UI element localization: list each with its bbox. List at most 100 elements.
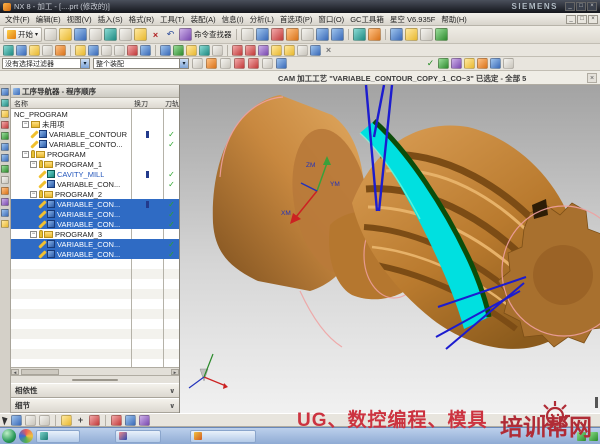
move-component-icon[interactable] (316, 28, 329, 41)
edit-toolpath-icon[interactable] (451, 58, 462, 69)
doc-restore-button[interactable]: □ (577, 15, 587, 24)
verify-toolpath-icon[interactable] (186, 45, 197, 56)
minimize-button[interactable]: _ (565, 2, 575, 11)
mirror-icon[interactable] (297, 45, 308, 56)
transform-icon[interactable] (310, 45, 321, 56)
expander-icon[interactable]: − (22, 151, 29, 158)
menu-view[interactable]: 视图(V) (64, 14, 95, 25)
snap-point-icon[interactable] (11, 415, 22, 426)
graphics-viewport[interactable]: ZM XM YM (180, 85, 600, 413)
tree-row-operation[interactable]: VARIABLE_CON... ✓ (11, 179, 179, 189)
cancel-icon[interactable]: × (323, 45, 334, 56)
create-operation-icon[interactable] (55, 45, 66, 56)
menu-insert[interactable]: 插入(S) (95, 14, 126, 25)
scope-filter-combo[interactable]: 整个装配 ▾ (93, 58, 189, 69)
view-orient-icon[interactable] (256, 28, 269, 41)
expander-icon[interactable]: − (22, 121, 29, 128)
tree-row-nc-program[interactable]: NC_PROGRAM (11, 109, 179, 119)
cut-object-icon[interactable] (88, 45, 99, 56)
screenshot-icon[interactable] (241, 28, 254, 41)
perspective-icon[interactable] (276, 58, 287, 69)
undo-icon[interactable]: ↶ (164, 28, 177, 41)
hd3d-tools-icon[interactable] (1, 154, 9, 162)
list-toolpath-icon[interactable] (212, 45, 223, 56)
menu-edit[interactable]: 编辑(E) (33, 14, 64, 25)
menu-window[interactable]: 窗口(O) (315, 14, 347, 25)
simulate-machine-icon[interactable] (199, 45, 210, 56)
tree-row-program-group[interactable]: − PROGRAM_2 (11, 189, 179, 199)
start-menu-button[interactable]: 开始 ▾ (3, 27, 42, 42)
refresh-icon[interactable] (192, 58, 203, 69)
polygon-select-icon[interactable] (39, 415, 50, 426)
column-toolpath[interactable]: 刀轨 (165, 99, 179, 109)
tree-row-operation-selected[interactable]: VARIABLE_CON... ✓ (11, 209, 179, 219)
tree-row-operation[interactable]: CAVITY_MILL ✓ (11, 169, 179, 179)
palette-icon[interactable] (139, 415, 150, 426)
open-file-icon[interactable] (59, 28, 72, 41)
menu-analysis[interactable]: 分析(L) (247, 14, 277, 25)
parallel-generate-icon[interactable] (438, 58, 449, 69)
shaded-display-icon[interactable] (271, 28, 284, 41)
generate-icon[interactable]: ✓ (425, 58, 436, 69)
tree-row-program-group[interactable]: − PROGRAM_1 (11, 159, 179, 169)
menu-preferences[interactable]: 首选项(P) (277, 14, 316, 25)
command-finder-icon[interactable] (179, 28, 192, 41)
horizontal-scrollbar[interactable]: ◄ ► (11, 367, 179, 376)
navigator-header[interactable]: 工序导航器 - 程序顺序 (11, 85, 179, 98)
copy-icon[interactable] (119, 28, 132, 41)
delete-icon[interactable]: × (149, 28, 162, 41)
window-border-icon[interactable] (301, 28, 314, 41)
system-scenes-icon[interactable] (1, 209, 9, 217)
paste-object-icon[interactable] (114, 45, 125, 56)
tree-row-operation[interactable]: VARIABLE_CONTOUR ✓ (11, 129, 179, 139)
cut-icon[interactable] (104, 28, 117, 41)
constraint-navigator-icon[interactable] (1, 99, 9, 107)
doc-minimize-button[interactable]: _ (566, 15, 576, 24)
display-object-icon[interactable] (140, 45, 151, 56)
analysis-icon[interactable] (368, 28, 381, 41)
replay-toolpath-icon[interactable] (173, 45, 184, 56)
tree-row-operation[interactable]: VARIABLE_CONTO... ✓ (11, 139, 179, 149)
create-method-icon[interactable] (42, 45, 53, 56)
feed-speed-icon[interactable] (271, 45, 282, 56)
menu-help[interactable]: 帮助(H) (438, 14, 469, 25)
desktop-icon-2[interactable] (19, 429, 33, 443)
tray-icon-2[interactable] (589, 432, 598, 441)
column-name[interactable]: 名称 (14, 99, 28, 109)
combo-dropdown-icon[interactable]: ▾ (179, 59, 188, 68)
tree-row-program-group[interactable]: − PROGRAM_3 (11, 229, 179, 239)
menu-plugin[interactable]: 星空 V6.935F (387, 14, 438, 25)
tree-row-program-group[interactable]: − PROGRAM (11, 149, 179, 159)
expander-icon[interactable]: − (30, 161, 37, 168)
taskbar-window-2[interactable] (115, 430, 161, 443)
generate-toolpath-icon[interactable] (160, 45, 171, 56)
close-button[interactable]: × (587, 2, 597, 11)
web-browser-icon[interactable] (1, 165, 9, 173)
operation-navigator-icon[interactable] (1, 121, 9, 129)
selection-filter-combo[interactable]: 没有选择过滤器 ▾ (2, 58, 90, 69)
column-toolchange[interactable]: 换刀 (134, 99, 148, 109)
copy-object-icon[interactable] (101, 45, 112, 56)
zoom-icon[interactable] (220, 58, 231, 69)
scroll-left-icon[interactable]: ◄ (11, 369, 19, 375)
menu-assemblies[interactable]: 装配(A) (188, 14, 219, 25)
magnifier-icon[interactable] (125, 415, 136, 426)
shop-doc-icon[interactable] (245, 45, 256, 56)
tool-library-icon[interactable] (258, 45, 269, 56)
tree-row-unused[interactable]: − 未用项 (11, 119, 179, 129)
create-tool-icon[interactable] (16, 45, 27, 56)
machine-sim-icon[interactable] (503, 58, 514, 69)
save-icon[interactable] (74, 28, 87, 41)
workpiece-icon[interactable] (284, 45, 295, 56)
machine-tool-navigator-icon[interactable] (1, 132, 9, 140)
process-studio-icon[interactable] (1, 187, 9, 195)
templates-icon[interactable] (1, 220, 9, 228)
scrollbar-thumb[interactable] (21, 369, 59, 375)
tray-icon-1[interactable] (577, 432, 586, 441)
postprocess-icon[interactable] (232, 45, 243, 56)
doc-close-button[interactable]: × (588, 15, 598, 24)
combo-dropdown-icon[interactable]: ▾ (80, 59, 89, 68)
simulate-icon[interactable] (490, 58, 501, 69)
point-constructor-icon[interactable]: + (75, 415, 86, 426)
tree-row-operation-selected[interactable]: VARIABLE_CON... ✓ (11, 249, 179, 259)
